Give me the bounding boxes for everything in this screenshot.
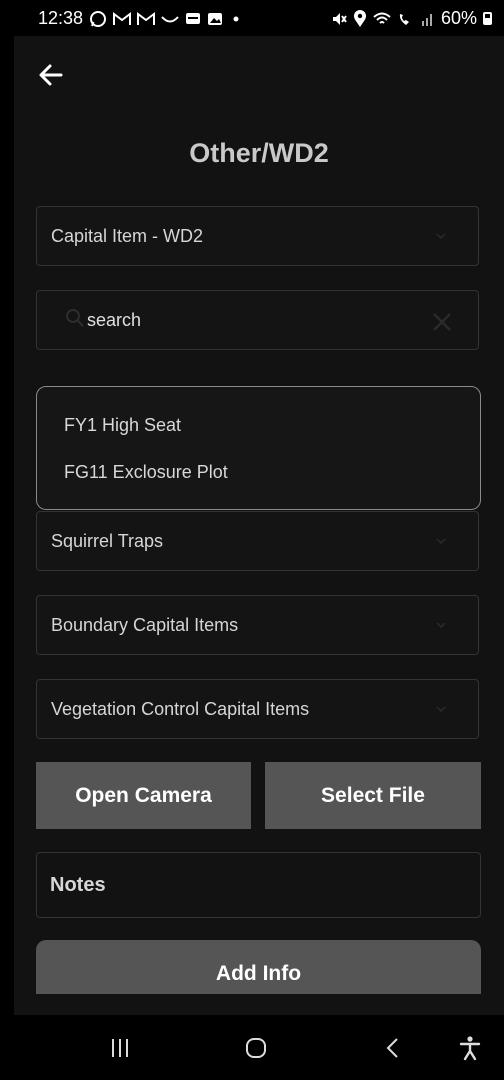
- whatsapp-icon: [90, 10, 107, 27]
- location-icon: [353, 9, 366, 27]
- gmail-icon: [137, 11, 156, 25]
- list-item[interactable]: FG11 Exclosure Plot: [64, 462, 228, 483]
- home-icon: [246, 1038, 266, 1058]
- dot-icon: [233, 16, 239, 21]
- boundary-capital-items-select[interactable]: Boundary Capital Items: [36, 595, 479, 655]
- system-nav-bar: [14, 1015, 504, 1080]
- search-input[interactable]: search: [87, 291, 141, 349]
- app-screen: 12:38 60% Other/WD2 Capital Item - WD2 s…: [14, 0, 504, 1080]
- status-bar: 12:38 60%: [14, 0, 504, 36]
- chevron-down-icon: [436, 622, 446, 629]
- search-field[interactable]: search: [36, 290, 479, 350]
- image-icon: [208, 12, 223, 25]
- wifi-call-icon: [399, 13, 409, 25]
- status-time: 12:38: [38, 8, 84, 28]
- add-info-button[interactable]: Add Info: [36, 940, 481, 994]
- nav-back-button[interactable]: [378, 1033, 408, 1063]
- chevron-down-icon: [436, 538, 446, 545]
- home-button[interactable]: [241, 1033, 271, 1063]
- list-item[interactable]: FY1 High Seat: [64, 415, 181, 436]
- recents-icon: [112, 1039, 128, 1057]
- search-results-dropdown: FY1 High Seat FG11 Exclosure Plot: [36, 386, 481, 510]
- arrow-left-icon: [39, 64, 63, 86]
- open-camera-button[interactable]: Open Camera: [36, 762, 251, 829]
- chevron-down-icon: [436, 706, 446, 713]
- status-right: 60%: [331, 8, 492, 29]
- close-icon[interactable]: [431, 311, 453, 333]
- accessibility-icon: [459, 1036, 481, 1061]
- wave-icon: [161, 15, 179, 22]
- notes-field[interactable]: Notes: [36, 852, 481, 918]
- recents-button[interactable]: [105, 1033, 135, 1063]
- page-title: Other/WD2: [189, 138, 329, 168]
- wifi-icon: [373, 12, 391, 24]
- section-label: Boundary Capital Items: [51, 615, 239, 635]
- vegetation-control-select[interactable]: Vegetation Control Capital Items: [36, 679, 479, 739]
- squirrel-traps-select[interactable]: Squirrel Traps: [36, 511, 479, 571]
- chevron-down-icon: [436, 233, 446, 240]
- accessibility-button[interactable]: [455, 1033, 485, 1063]
- search-icon: [66, 309, 84, 327]
- select-file-button[interactable]: Select File: [265, 762, 481, 829]
- back-button[interactable]: [36, 60, 66, 90]
- gmail-icon: [113, 11, 132, 25]
- signal-icon: [421, 13, 432, 26]
- battery-icon: [483, 12, 492, 25]
- status-left: 12:38: [38, 8, 243, 29]
- capital-item-value: Capital Item - WD2: [51, 226, 204, 246]
- battery-percent: 60%: [440, 8, 477, 28]
- card-icon: [186, 13, 201, 24]
- mute-icon: [332, 12, 347, 25]
- notes-label: Notes: [50, 874, 106, 896]
- section-label: Vegetation Control Capital Items: [51, 699, 310, 719]
- section-label: Squirrel Traps: [51, 531, 164, 551]
- capital-item-select[interactable]: Capital Item - WD2: [36, 206, 479, 266]
- back-icon: [386, 1038, 398, 1058]
